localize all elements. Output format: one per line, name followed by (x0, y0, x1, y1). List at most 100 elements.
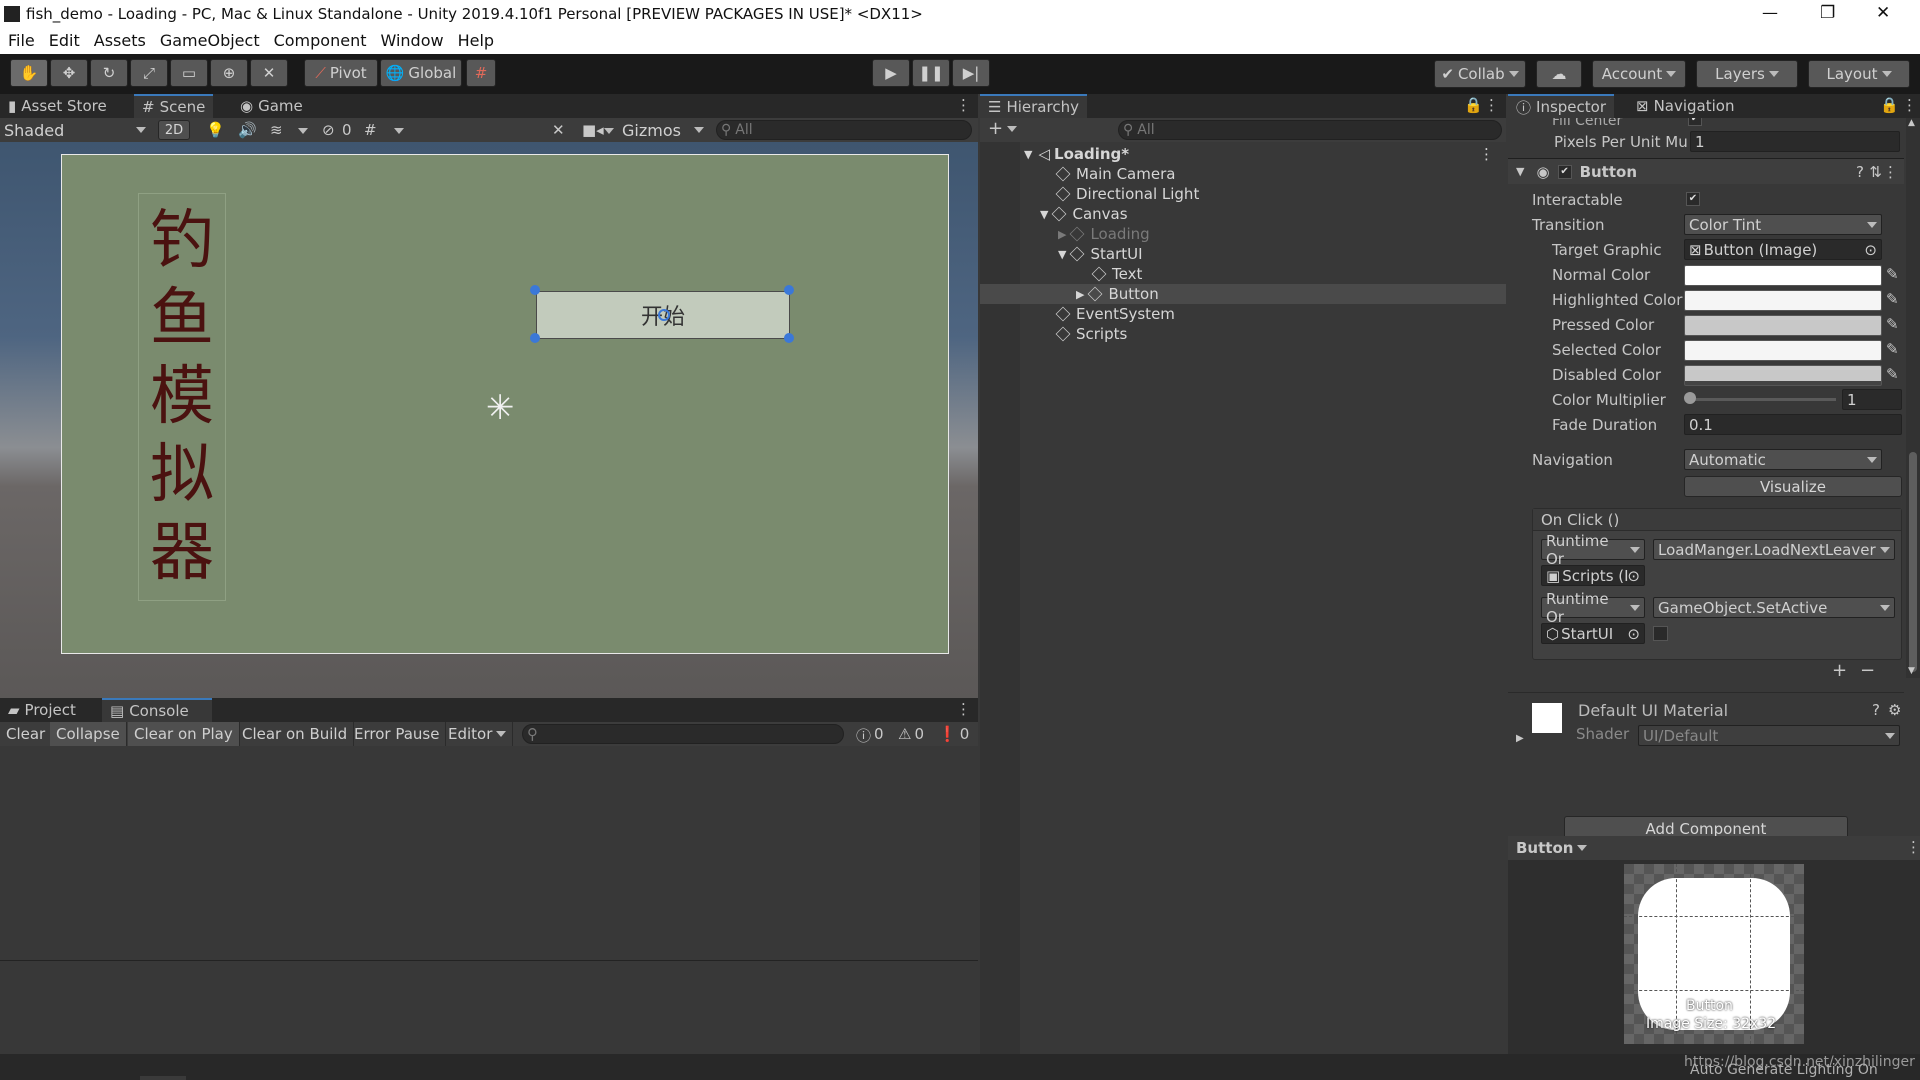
eyedropper-icon[interactable]: ✎ (1886, 290, 1900, 308)
hierarchy-item[interactable]: Main Camera (980, 164, 1506, 184)
hierarchy-item[interactable]: EventSystem (980, 304, 1506, 324)
settings-icon[interactable]: ⇅ (1869, 163, 1882, 181)
scene-row[interactable]: ▼ ◁ Loading* ⋮ (980, 144, 1506, 164)
eyedropper-icon[interactable]: ✎ (1886, 265, 1900, 283)
selection-handle[interactable] (530, 285, 540, 295)
remove-listener-button[interactable]: − (1860, 660, 1875, 681)
pivot-handle[interactable] (658, 309, 670, 321)
inspector-scrollbar[interactable]: ▲ ▼ (1906, 118, 1920, 678)
kebab-menu-icon[interactable]: ⋮ (956, 700, 971, 718)
object-picker-icon[interactable]: ⊙ (1627, 625, 1640, 643)
error-pause-button[interactable]: Error Pause (348, 722, 447, 746)
interactable-checkbox[interactable]: ✔ (1686, 192, 1700, 206)
menu-help[interactable]: Help (458, 31, 494, 54)
tab-game[interactable]: ◉ Game (232, 94, 311, 118)
scroll-down-icon[interactable]: ▼ (1908, 666, 1915, 676)
menu-window[interactable]: Window (380, 31, 443, 54)
preview-title-dropdown[interactable]: Button (1516, 839, 1588, 857)
normal-color-swatch[interactable] (1684, 265, 1882, 286)
color-multiplier-slider-thumb[interactable] (1684, 392, 1696, 404)
error-count[interactable]: ❗ 0 (938, 725, 969, 743)
tab-asset-store[interactable]: ▮ Asset Store (0, 94, 115, 118)
enabled-checkbox[interactable]: ✔ (1557, 164, 1572, 179)
grid-toggle-icon[interactable]: # (364, 121, 377, 139)
eyedropper-icon[interactable]: ✎ (1886, 315, 1900, 333)
console-search-input[interactable]: ⚲ (522, 724, 844, 744)
shading-dropdown[interactable]: Shaded (4, 120, 146, 140)
menu-gameobject[interactable]: GameObject (160, 31, 260, 54)
help-icon[interactable]: ? (1856, 163, 1864, 181)
eyedropper-icon[interactable]: ✎ (1886, 340, 1900, 358)
warning-count[interactable]: ⚠ 0 (898, 725, 924, 743)
lighting-toggle-icon[interactable]: 💡 (206, 121, 225, 139)
cloud-button[interactable]: ☁ (1536, 60, 1582, 88)
tab-hierarchy[interactable]: ☰ Hierarchy (980, 94, 1087, 118)
hierarchy-item[interactable]: ▶ Loading (980, 224, 1506, 244)
play-button[interactable]: ▶ (872, 59, 910, 87)
clear-button[interactable]: Clear (0, 722, 53, 746)
target-graphic-field[interactable]: ⊠ Button (Image) ⊙ (1684, 239, 1882, 260)
menu-edit[interactable]: Edit (49, 31, 80, 54)
event2-function-dropdown[interactable]: GameObject.SetActive (1653, 597, 1895, 618)
event2-bool-checkbox[interactable] (1653, 626, 1668, 641)
audio-toggle-icon[interactable]: 🔊 (238, 121, 257, 139)
kebab-menu-icon[interactable]: ⋮ (956, 96, 971, 114)
color-multiplier-slider-track[interactable] (1690, 398, 1836, 401)
scrollbar-thumb[interactable] (1909, 452, 1917, 672)
gizmos-dropdown[interactable]: Gizmos (622, 120, 704, 140)
chevron-down-icon[interactable] (298, 128, 308, 134)
step-button[interactable]: ▶| (952, 59, 990, 87)
account-dropdown[interactable]: Account (1592, 60, 1686, 88)
effects-toggle-icon[interactable]: ≋ (270, 121, 283, 139)
menu-assets[interactable]: Assets (94, 31, 146, 54)
layout-dropdown[interactable]: Layout (1808, 60, 1910, 88)
fade-duration-input[interactable]: 0.1 (1684, 414, 1902, 435)
tools-icon[interactable]: ✕ (552, 121, 565, 139)
event2-object-field[interactable]: ⬡ StartUI ⊙ (1541, 623, 1645, 644)
highlighted-color-swatch[interactable] (1684, 290, 1882, 311)
custom-tool-button[interactable]: ✕ (250, 59, 288, 87)
transition-dropdown[interactable]: Color Tint (1684, 214, 1882, 235)
selected-color-swatch[interactable] (1684, 340, 1882, 361)
help-icon[interactable]: ? (1872, 701, 1880, 719)
collab-dropdown[interactable]: ✔ Collab (1434, 60, 1526, 88)
hierarchy-item-selected[interactable]: ▶ Button (980, 284, 1506, 304)
tab-navigation[interactable]: ⊠ Navigation (1628, 94, 1742, 118)
event1-object-field[interactable]: ▣ Scripts (I ⊙ (1541, 565, 1645, 586)
hierarchy-item[interactable]: ▼ Canvas (980, 204, 1506, 224)
console-divider[interactable] (0, 960, 978, 961)
pixels-per-unit-input[interactable]: 1 (1690, 131, 1900, 152)
clear-on-play-button[interactable]: Clear on Play (128, 722, 240, 746)
hierarchy-item[interactable]: Directional Light (980, 184, 1506, 204)
selection-handle[interactable] (530, 333, 540, 343)
eyedropper-icon[interactable]: ✎ (1886, 365, 1900, 383)
layers-dropdown[interactable]: Layers (1696, 60, 1798, 88)
kebab-menu-icon[interactable]: ⋮ (1479, 145, 1494, 163)
scene-search-input[interactable]: ⚲ All (716, 120, 972, 140)
selection-handle[interactable] (784, 333, 794, 343)
editor-dropdown[interactable]: Editor (442, 722, 514, 746)
pivot-toggle[interactable]: ⟋ Pivot (304, 59, 378, 87)
scroll-up-icon[interactable]: ▲ (1908, 118, 1915, 128)
disabled-color-swatch[interactable] (1684, 365, 1882, 386)
menu-file[interactable]: File (8, 31, 35, 54)
move-tool-button[interactable]: ✥ (50, 59, 88, 87)
lock-icon[interactable]: 🔒 (1464, 96, 1483, 114)
hierarchy-item[interactable]: Text (980, 264, 1506, 284)
global-toggle[interactable]: 🌐 Global (380, 59, 462, 87)
hierarchy-item[interactable]: Scripts (980, 324, 1506, 344)
log-count[interactable]: ⓘ 0 (856, 725, 884, 746)
rotate-tool-button[interactable]: ↻ (90, 59, 128, 87)
kebab-menu-icon[interactable]: ⋮ (1906, 838, 1920, 856)
hidden-objects-icon[interactable]: ⊘ (322, 121, 335, 139)
chevron-right-icon[interactable]: ▶ (1516, 733, 1524, 744)
scene-viewport[interactable]: 钓 鱼 模 拟 器 开始 ✳ (0, 142, 978, 698)
maximize-button[interactable]: ❐ (1820, 3, 1835, 23)
selection-handle[interactable] (784, 285, 794, 295)
collapse-button[interactable]: Collapse (50, 722, 127, 746)
chevron-down-icon[interactable] (394, 128, 404, 134)
fill-center-checkbox[interactable]: ✔ (1688, 118, 1702, 126)
visualize-button[interactable]: Visualize (1684, 476, 1902, 497)
event1-function-dropdown[interactable]: LoadManger.LoadNextLeaver (1653, 539, 1895, 560)
2d-toggle[interactable]: 2D (158, 120, 190, 140)
